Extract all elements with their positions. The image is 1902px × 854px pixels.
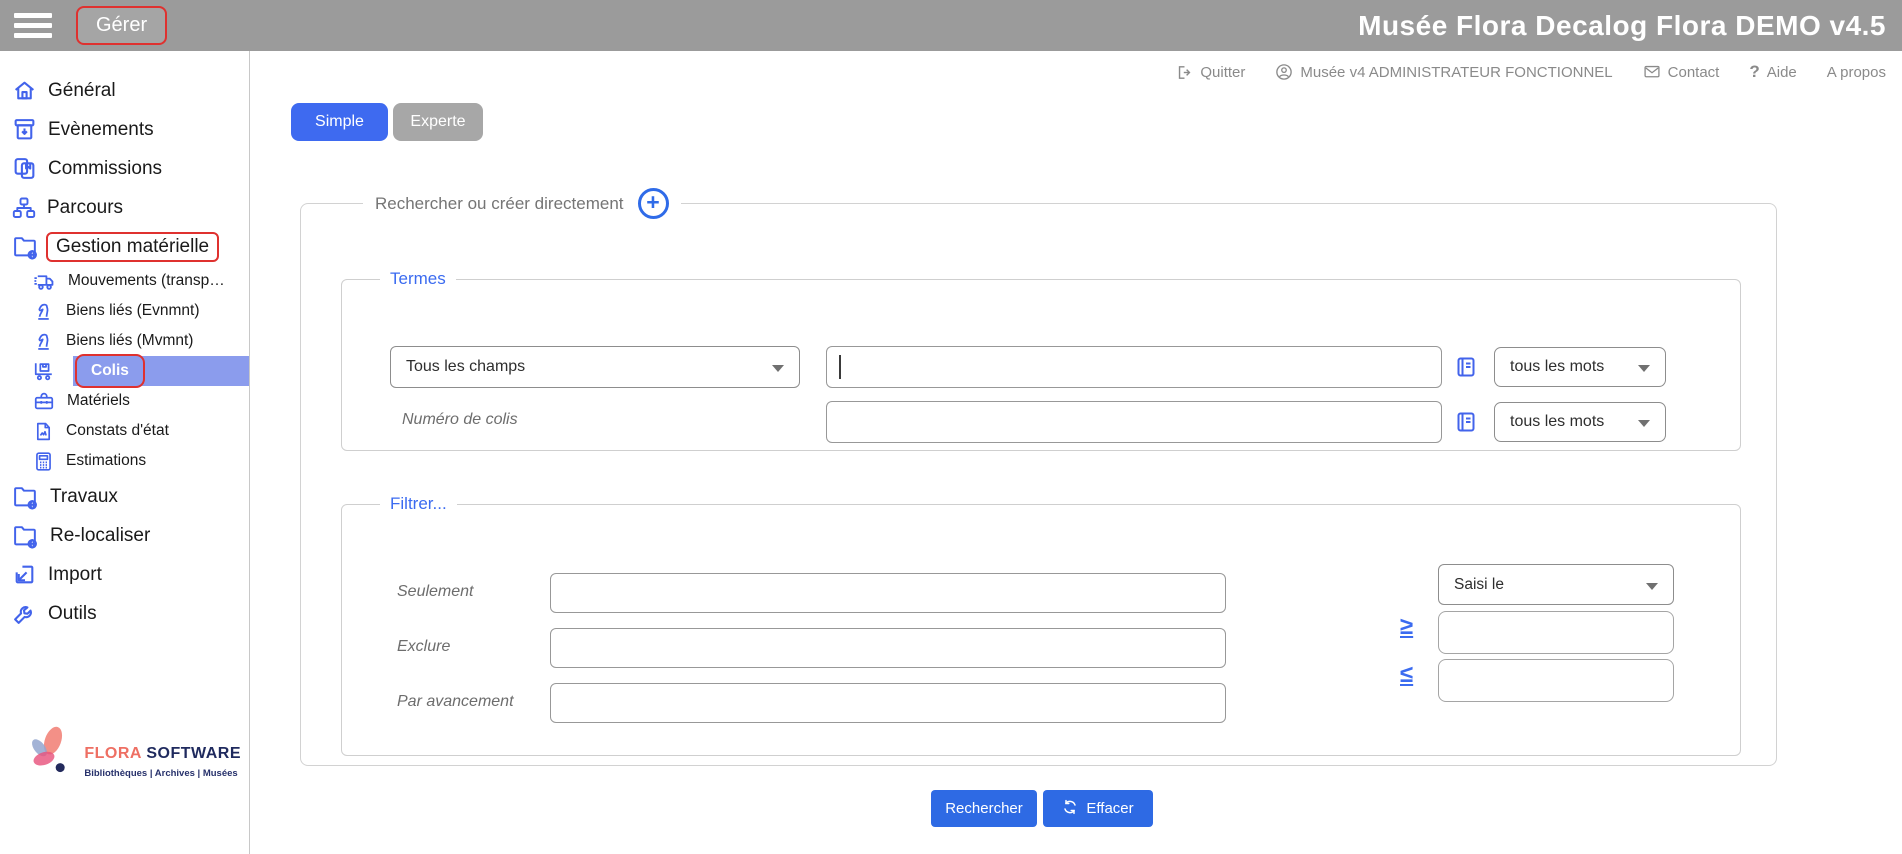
panel-legend: Rechercher ou créer directement +	[363, 188, 681, 219]
word-mode-dropdown-2[interactable]: tous les mots	[1494, 402, 1666, 442]
tab-experte[interactable]: Experte	[393, 103, 483, 141]
index-lookup-icon-1[interactable]	[1454, 355, 1478, 384]
sidebar-item-evenements[interactable]: Evènements	[0, 110, 249, 149]
search-button[interactable]: Rechercher	[931, 790, 1037, 827]
envelope-icon	[1643, 64, 1661, 80]
sidebar-item-general[interactable]: Général	[0, 71, 249, 110]
sidebar-item-parcours[interactable]: Parcours	[0, 188, 249, 227]
sidebar-item-relocaliser[interactable]: Re-localiser	[0, 516, 249, 555]
sidebar-item-import[interactable]: Import	[0, 555, 249, 594]
app: Gérer Musée Flora Decalog Flora DEMO v4.…	[0, 0, 1902, 854]
create-plus-button[interactable]: +	[638, 188, 669, 219]
chess-knight-icon	[33, 301, 54, 322]
chevron-down-icon	[1638, 420, 1650, 427]
sidebar-item-travaux[interactable]: Travaux	[0, 477, 249, 516]
wrench-icon	[12, 601, 37, 626]
archive-box-icon	[12, 117, 37, 142]
date-from-input[interactable]	[1438, 611, 1674, 654]
text-cursor	[839, 355, 841, 379]
folder-globe-icon	[12, 522, 39, 549]
termes-legend: Termes	[380, 269, 456, 289]
brand-tagline: Bibliothèques | Archives | Musées	[84, 768, 241, 779]
selected-row-highlight: Colis	[73, 356, 249, 386]
refresh-icon	[1062, 799, 1078, 819]
hamburger-icon[interactable]	[14, 8, 54, 43]
word-mode-dropdown-1[interactable]: tous les mots	[1494, 347, 1666, 387]
sidebar-item-biens-lies-evnmnt[interactable]: Biens liés (Evnmnt)	[0, 296, 249, 326]
chevron-down-icon	[1646, 583, 1658, 590]
field-selector-dropdown[interactable]: Tous les champs	[390, 346, 800, 388]
progress-input[interactable]	[550, 683, 1226, 723]
tab-simple[interactable]: Simple	[291, 103, 388, 141]
only-input[interactable]	[550, 573, 1226, 613]
sidebar-nav: Général Evènements Commissions Parcours …	[0, 71, 249, 633]
date-type-dropdown[interactable]: Saisi le	[1438, 564, 1674, 605]
sidebar-item-constats[interactable]: Constats d'état	[0, 416, 249, 446]
gte-label: ≥	[1400, 613, 1413, 641]
date-to-input[interactable]	[1438, 659, 1674, 702]
flora-flower-icon	[26, 719, 76, 791]
filter-section: Filtrer... Seulement Exclure Par avancem…	[341, 494, 1741, 756]
documents-icon	[12, 156, 37, 181]
only-label: Seulement	[397, 583, 474, 601]
about-link[interactable]: A propos	[1827, 64, 1886, 81]
chevron-down-icon	[772, 365, 784, 372]
toolbox-icon	[33, 390, 55, 412]
quit-link[interactable]: Quitter	[1176, 64, 1245, 81]
app-title: Musée Flora Decalog Flora DEMO v4.5	[1358, 10, 1886, 42]
brand-name: FLORA SOFTWARE	[84, 745, 241, 763]
sidebar-item-mouvements[interactable]: Mouvements (transp…	[0, 266, 249, 296]
sidebar-item-estimations[interactable]: Estimations	[0, 446, 249, 476]
home-icon	[12, 78, 37, 103]
exclude-input[interactable]	[550, 628, 1226, 668]
index-lookup-icon-2[interactable]	[1454, 410, 1478, 439]
manage-menu-button[interactable]: Gérer	[76, 6, 167, 45]
filter-legend: Filtrer...	[380, 494, 457, 514]
folder-globe-icon	[12, 483, 39, 510]
header-bar: Gérer Musée Flora Decalog Flora DEMO v4.…	[0, 0, 1902, 51]
sidebar-item-gestion-materielle[interactable]: Gestion matérielle	[0, 227, 249, 266]
progress-label: Par avancement	[397, 693, 514, 711]
clear-button[interactable]: Effacer	[1043, 790, 1153, 827]
calculator-icon	[33, 451, 54, 472]
report-document-icon	[33, 421, 54, 442]
sidebar: Général Evènements Commissions Parcours …	[0, 51, 250, 854]
question-icon: ?	[1749, 62, 1759, 82]
flora-software-logo: FLORA SOFTWARE Bibliothèques | Archives …	[26, 719, 241, 791]
chess-knight-icon	[33, 331, 54, 352]
sidebar-item-colis[interactable]: Colis	[0, 356, 249, 386]
package-number-label: Numéro de colis	[402, 411, 518, 429]
truck-icon	[33, 270, 56, 293]
help-link[interactable]: ? Aide	[1749, 62, 1796, 82]
sitemap-icon	[12, 196, 36, 220]
search-terms-input[interactable]	[826, 346, 1442, 388]
search-mode-tabs: Simple Experte	[291, 103, 483, 141]
lte-label: ≤	[1400, 661, 1413, 689]
trolley-icon	[33, 360, 55, 382]
import-icon	[12, 562, 37, 587]
chevron-down-icon	[1638, 365, 1650, 372]
user-account-link[interactable]: Musée v4 ADMINISTRATEUR FONCTIONNEL	[1275, 63, 1612, 81]
sidebar-item-commissions[interactable]: Commissions	[0, 149, 249, 188]
contact-link[interactable]: Contact	[1643, 64, 1720, 81]
sidebar-item-biens-lies-mvmnt[interactable]: Biens liés (Mvmnt)	[0, 326, 249, 356]
sidebar-item-materiels[interactable]: Matériels	[0, 386, 249, 416]
exclude-label: Exclure	[397, 638, 450, 656]
utility-bar: Quitter Musée v4 ADMINISTRATEUR FONCTION…	[1176, 57, 1886, 87]
package-number-input[interactable]	[826, 401, 1442, 443]
termes-section: Termes Tous les champs tous les mots Num…	[341, 269, 1741, 451]
folder-globe-icon	[12, 233, 39, 260]
user-icon	[1275, 63, 1293, 81]
search-create-panel: Rechercher ou créer directement + Termes…	[300, 188, 1777, 766]
logout-icon	[1176, 64, 1193, 81]
sidebar-item-outils[interactable]: Outils	[0, 594, 249, 633]
